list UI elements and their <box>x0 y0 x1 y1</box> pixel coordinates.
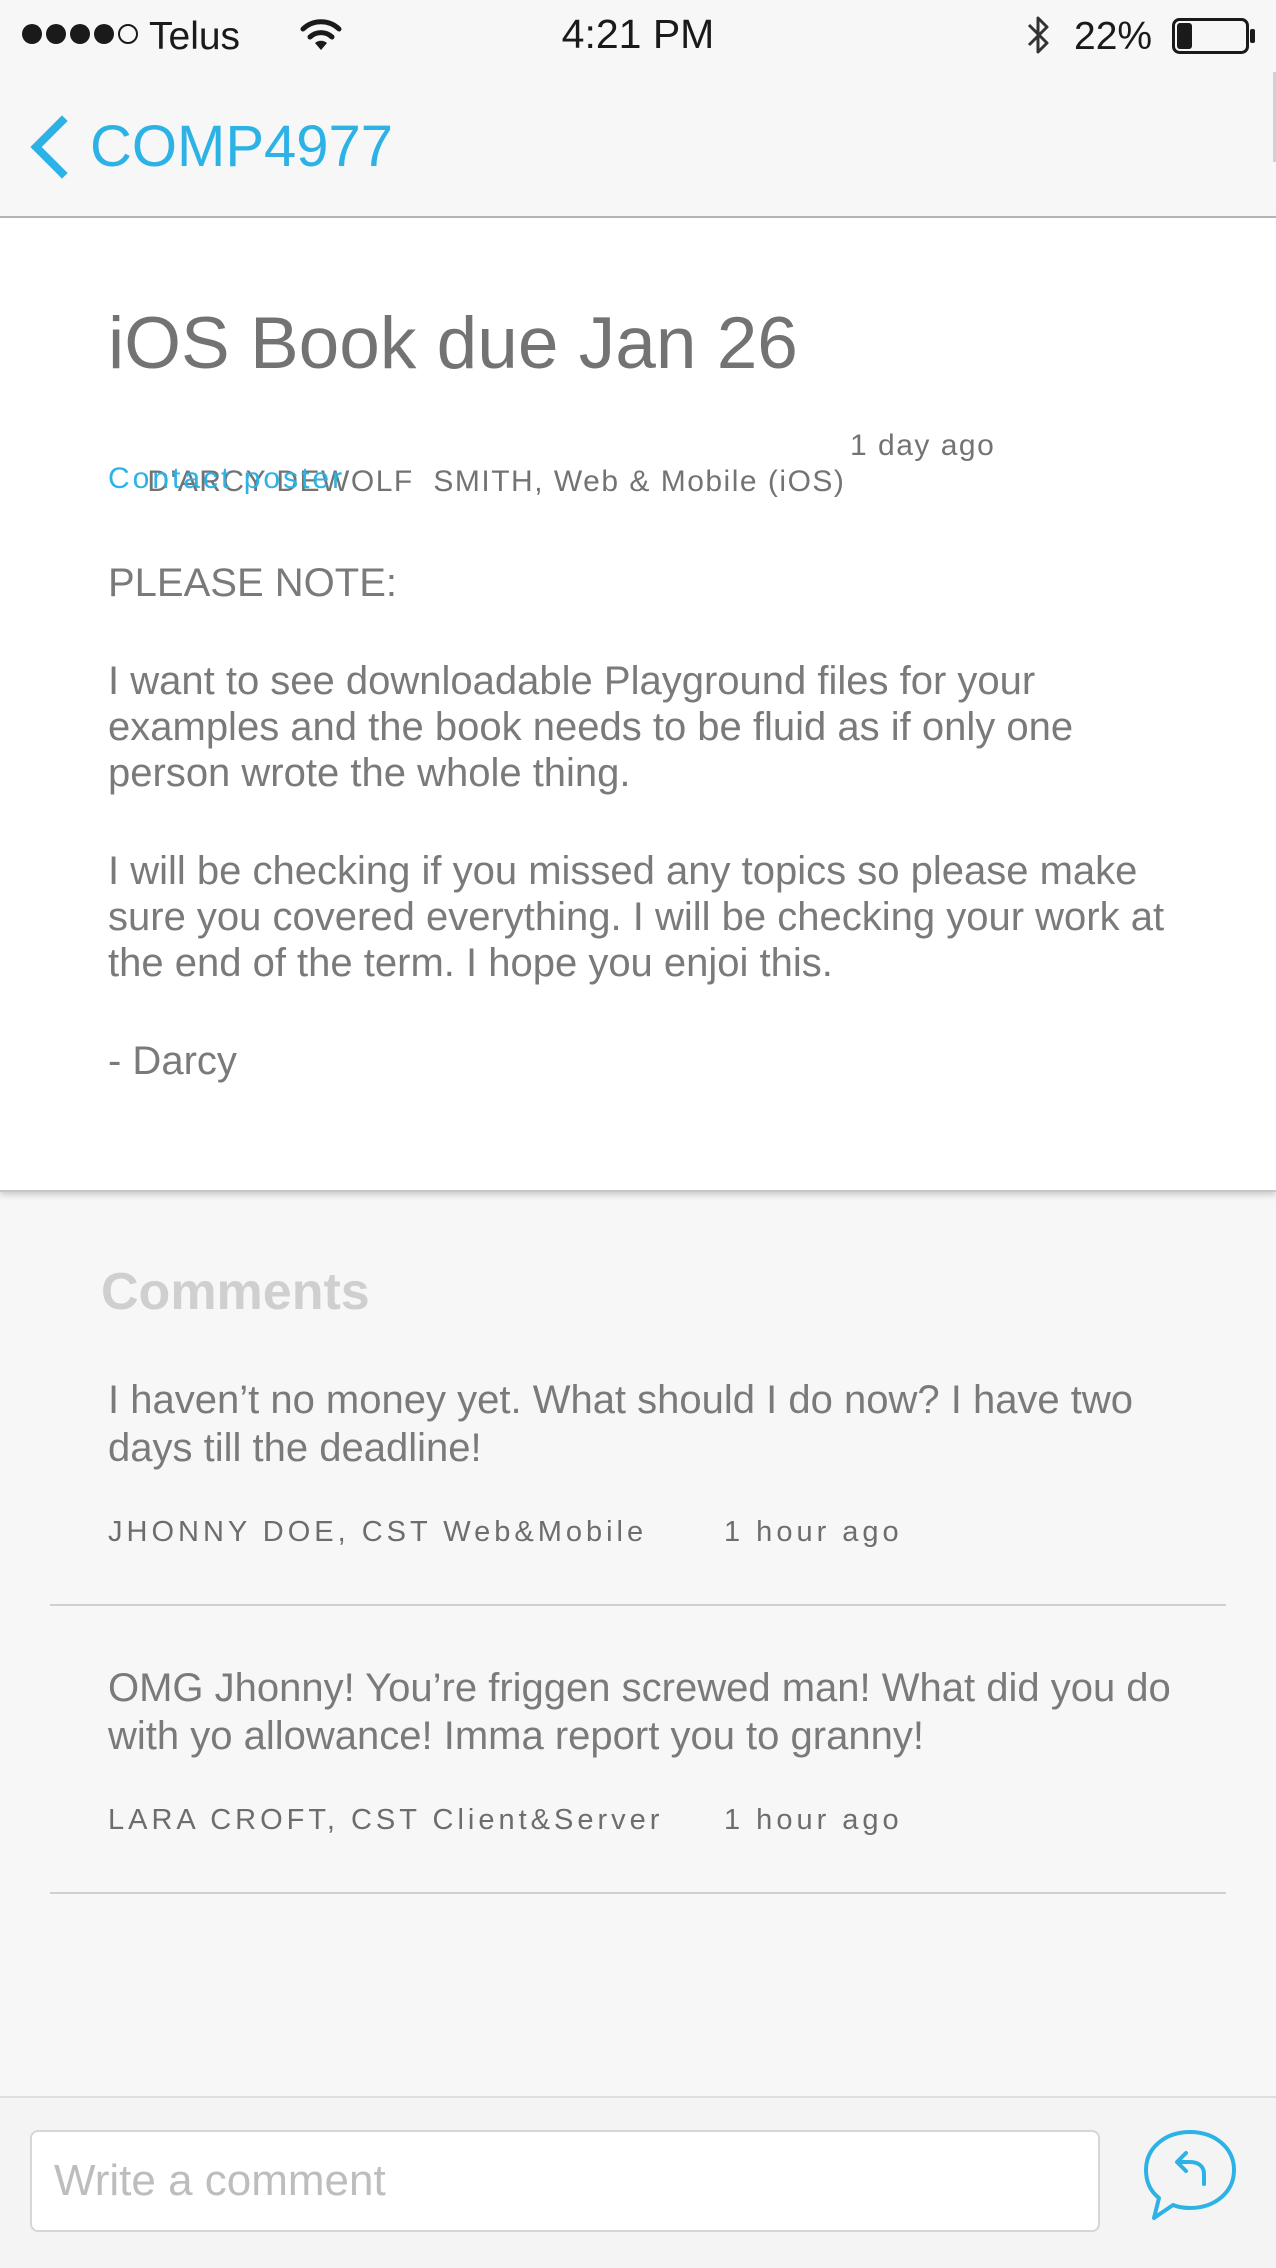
post-card: iOS Book due Jan 26 D'ARCY DEWOLF SMITH,… <box>0 218 1276 1192</box>
post-paragraph: PLEASE NOTE: <box>108 561 397 605</box>
compose-bar <box>0 2096 1276 2268</box>
comment-author: JHONNY DOE, CST Web&Mobile <box>108 1516 648 1548</box>
comment-text: OMG Jhonny! You’re friggen screwed man! … <box>108 1666 1171 1758</box>
back-button[interactable]: COMP4977 <box>26 110 393 184</box>
comments-heading: Comments <box>101 1263 370 1321</box>
navigation-bar: COMP4977 <box>0 72 1276 218</box>
bluetooth-icon <box>1027 16 1049 54</box>
post-timestamp: 1 day ago <box>850 429 996 462</box>
status-bar: Telus 4:21 PM 22% <box>0 0 1276 72</box>
post-body: PLEASE NOTE: I want to see downloadable … <box>108 560 1198 1136</box>
post-meta: D'ARCY DEWOLF SMITH, Web & Mobile (iOS) … <box>108 428 993 572</box>
comment-item: I haven’t no money yet. What should I do… <box>50 1318 1226 1606</box>
comment-item: OMG Jhonny! You’re friggen screwed man! … <box>50 1606 1226 1894</box>
comment-timestamp: 1 hour ago <box>724 1804 903 1836</box>
comment-input[interactable] <box>30 2130 1100 2232</box>
post-title: iOS Book due Jan 26 <box>108 303 798 384</box>
post-signature: - Darcy <box>108 1039 237 1083</box>
comment-text: I haven’t no money yet. What should I do… <box>108 1378 1134 1470</box>
post-paragraph: I want to see downloadable Playground fi… <box>108 659 1074 795</box>
reply-bubble-icon[interactable] <box>1140 2126 1240 2226</box>
comment-timestamp: 1 hour ago <box>724 1516 903 1548</box>
battery-icon <box>1172 18 1255 54</box>
back-button-label: COMP4977 <box>90 114 394 179</box>
battery-percentage: 22% <box>1074 15 1153 58</box>
contact-poster-link[interactable]: Contact poster <box>108 461 345 497</box>
chevron-left-icon <box>30 115 68 179</box>
comment-author: LARA CROFT, CST Client&Server <box>108 1804 664 1836</box>
post-paragraph: I will be checking if you missed any top… <box>108 849 1165 985</box>
